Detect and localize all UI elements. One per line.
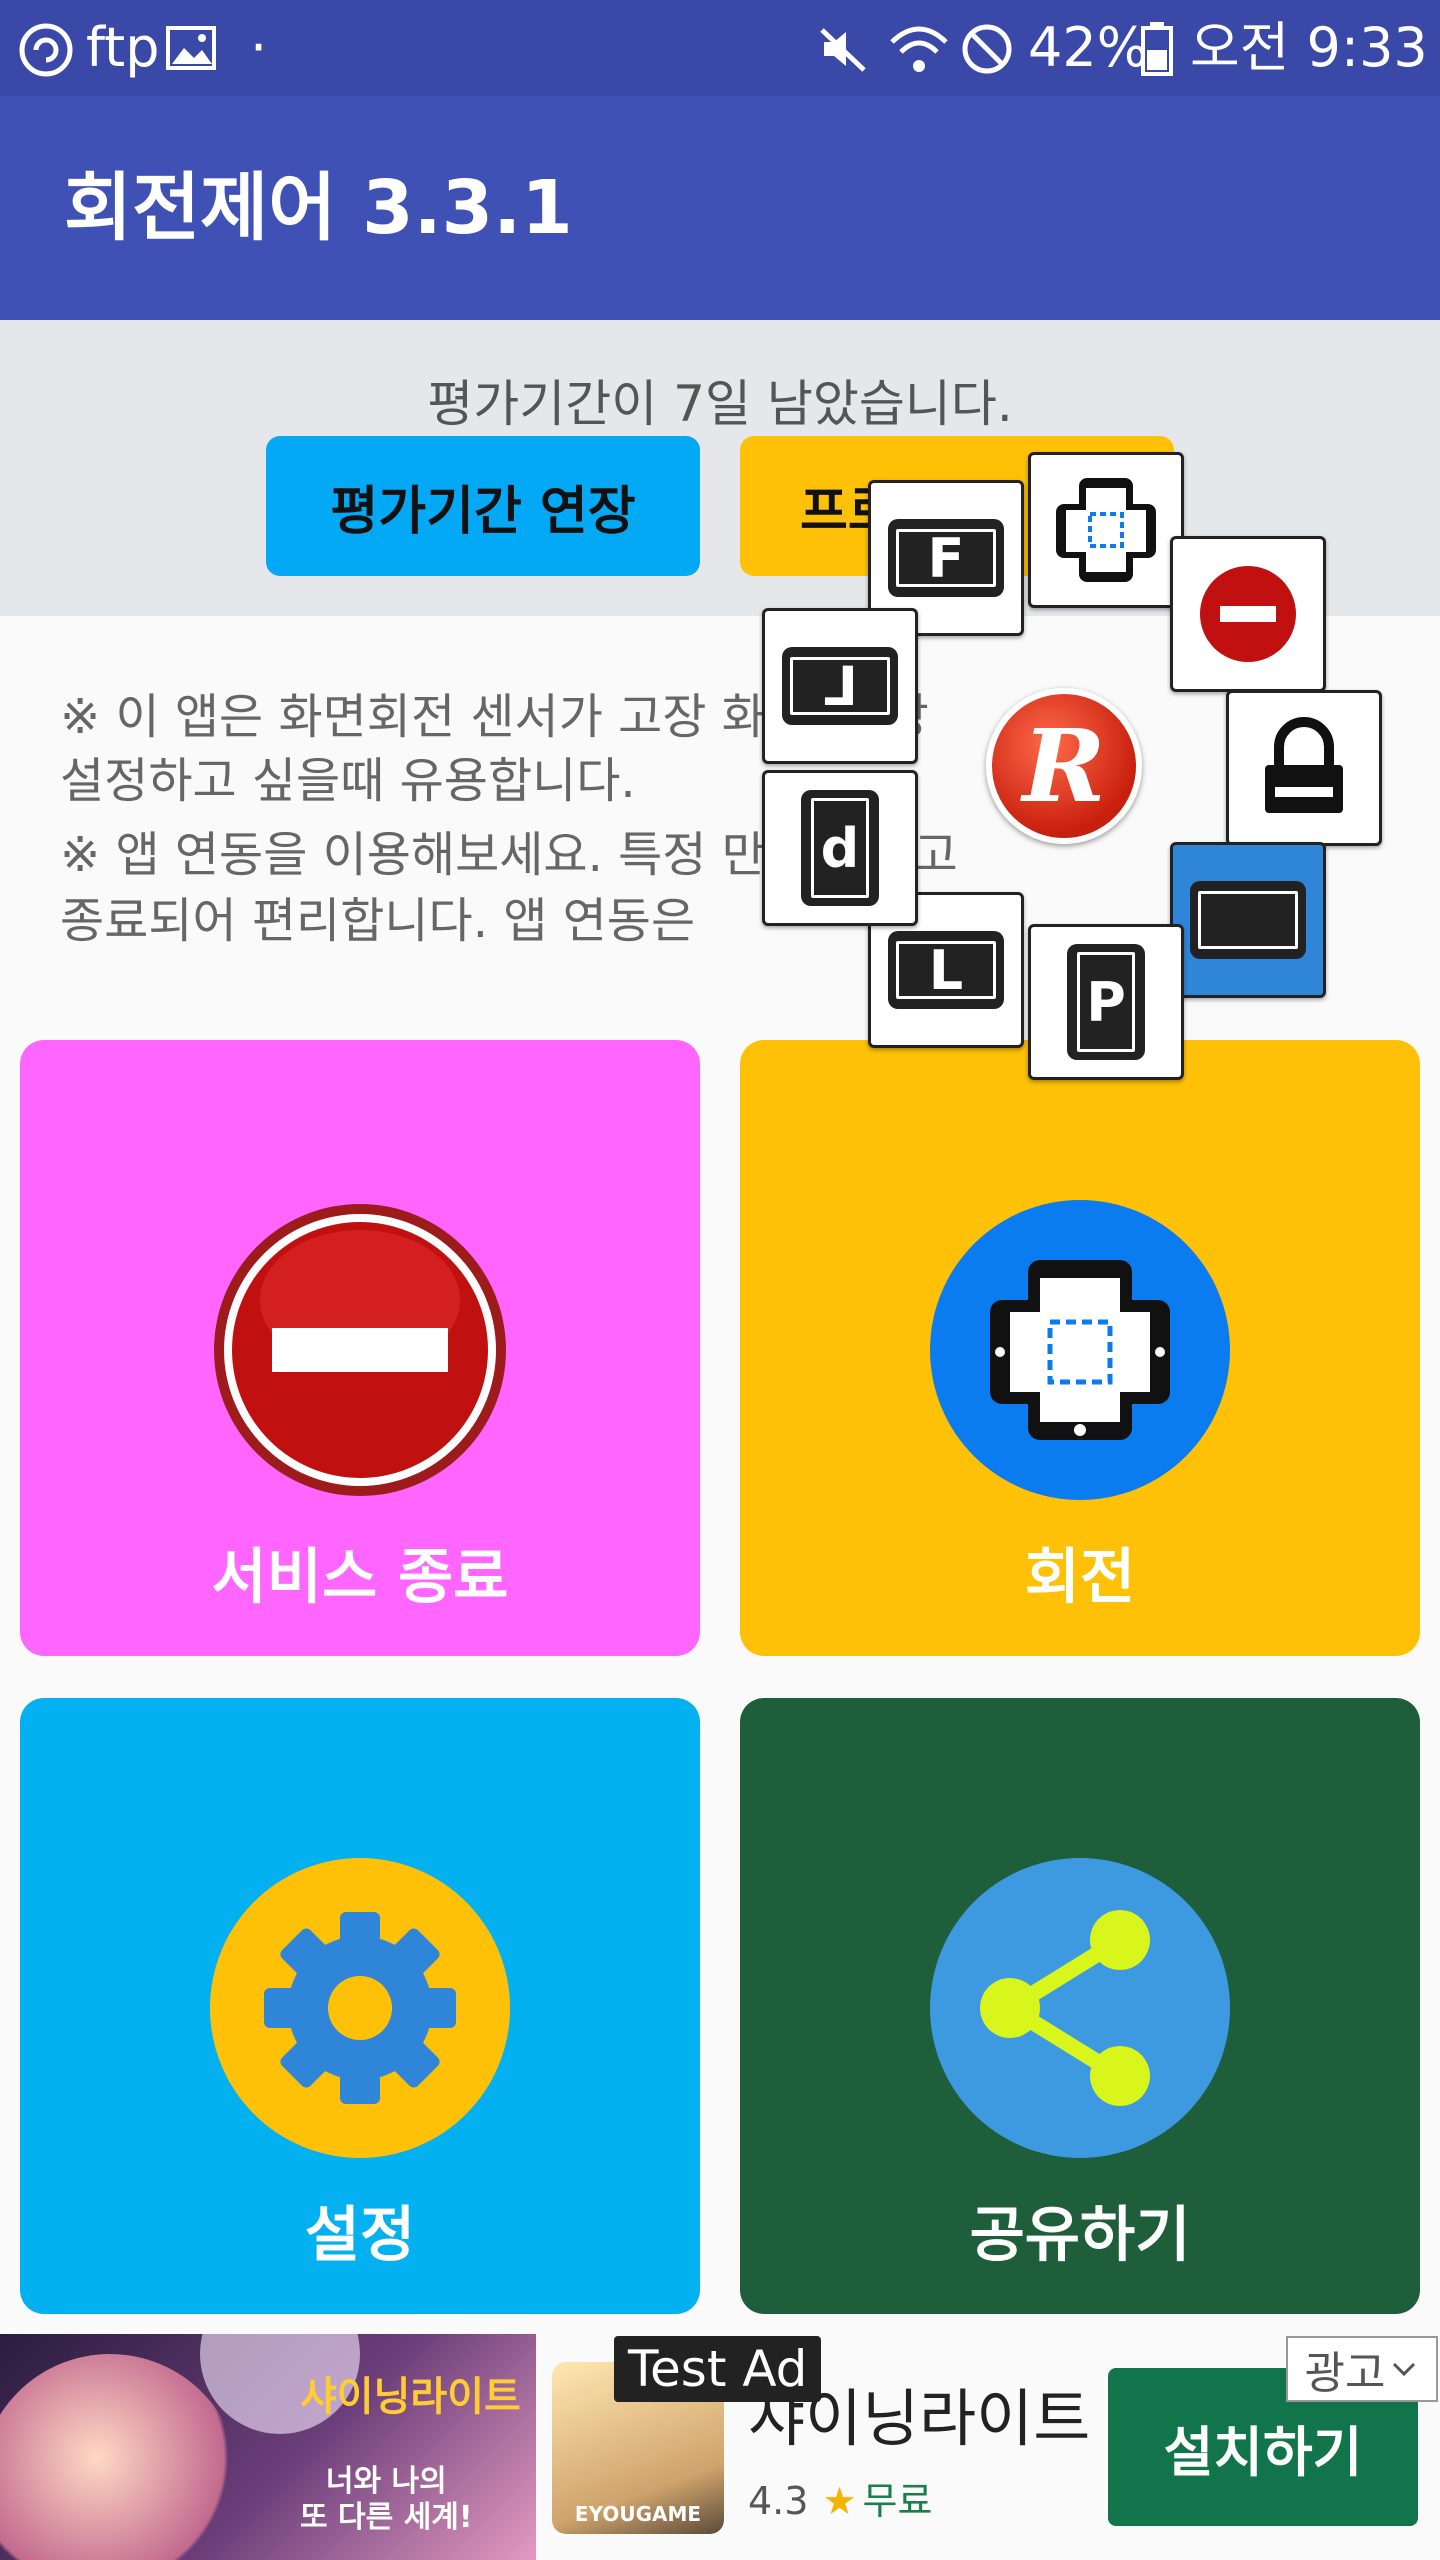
overlay-item-letter	[1190, 881, 1306, 959]
wifi-icon	[890, 26, 948, 72]
share-tile[interactable]: 공유하기	[740, 1698, 1420, 2314]
ad-price: 무료	[862, 2479, 933, 2523]
ftp-indicator: ftp	[86, 16, 160, 79]
ad-game-art[interactable]: 샤이닝라이트 너와 나의 또 다른 세계!	[0, 2334, 536, 2560]
stop-icon	[1200, 566, 1296, 662]
app-bar: 회전제어 3.3.1	[0, 96, 1440, 320]
star-icon: ★	[822, 2479, 857, 2523]
overlay-stop-icon[interactable]	[1170, 536, 1326, 692]
stop-service-label: 서비스 종료	[211, 1542, 509, 1613]
rotate-label: 회전	[1024, 1542, 1136, 1613]
ad-badge-label: 광고	[1304, 2348, 1386, 2399]
ad-rating-row: 4.3 ★ 무료	[748, 2470, 932, 2525]
app-title: 회전제어 3.3.1	[64, 165, 573, 251]
rotate-phone-icon	[930, 1200, 1230, 1500]
ad-game-tagline-1: 너와 나의	[325, 2464, 447, 2499]
ad-rating: 4.3	[748, 2479, 809, 2523]
overlay-item-letter: L	[888, 931, 1004, 1009]
overlay-portrait-icon[interactable]: P	[1028, 924, 1184, 1080]
test-ad-label: Test Ad	[614, 2336, 822, 2402]
sync-icon	[19, 23, 73, 77]
overlay-landscape-icon[interactable]	[1170, 842, 1326, 998]
image-icon	[166, 26, 216, 70]
mute-icon	[820, 28, 866, 72]
chevron-down-icon	[1393, 2362, 1416, 2377]
stop-icon	[210, 1200, 510, 1500]
notification-dot: ·	[250, 16, 268, 79]
overlay-item-letter: d	[801, 790, 879, 906]
ad-publisher: EYOUGAME	[574, 2502, 702, 2526]
battery-icon	[1141, 22, 1173, 76]
description-line-1: ※ 이 앱은 화면회전 센서가 고장 화면 을 강	[60, 689, 929, 745]
lock-icon	[1265, 717, 1343, 813]
rotate-tile[interactable]: 회전	[740, 1040, 1420, 1656]
stop-service-tile[interactable]: 서비스 종료	[20, 1040, 700, 1656]
ad-choices-badge[interactable]: 광고	[1286, 2336, 1438, 2402]
clock: 오전 9:33	[1190, 16, 1428, 79]
ad-game-logo: 샤이닝라이트	[300, 2374, 521, 2420]
share-icon	[930, 1858, 1230, 2158]
ad-game-tagline-2: 또 다른 세계!	[300, 2500, 473, 2535]
overlay-reverse-portrait-icon[interactable]: d	[762, 770, 918, 926]
auto-rotate-icon	[1056, 478, 1156, 582]
status-bar: ftp · 42% 오전 9:33	[0, 0, 1440, 96]
gear-icon	[210, 1858, 510, 2158]
overlay-item-letter: ⅃	[782, 647, 898, 725]
trial-message: 평가기간이 7일 남았습니다.	[427, 375, 1013, 433]
overlay-reverse-landscape-icon[interactable]: ⅃	[762, 608, 918, 764]
overlay-center-button[interactable]: R	[986, 688, 1142, 844]
extend-trial-button[interactable]: 평가기간 연장	[266, 436, 700, 576]
share-label: 공유하기	[969, 2200, 1191, 2271]
overlay-auto-rotate-icon[interactable]	[1028, 452, 1184, 608]
overlay-item-letter: P	[1067, 944, 1145, 1060]
overlay-lock-icon[interactable]	[1226, 690, 1382, 846]
settings-tile[interactable]: 설정	[20, 1698, 700, 2314]
blocked-icon	[962, 24, 1012, 74]
description-line-2: 설정하고 싶을때 유용합니다.	[60, 753, 636, 809]
ad-game-tagline: 너와 나의 또 다른 세계!	[300, 2464, 473, 2536]
battery-percent: 42%	[1028, 16, 1149, 79]
settings-label: 설정	[304, 2200, 416, 2271]
overlay-item-letter: F	[888, 519, 1004, 597]
